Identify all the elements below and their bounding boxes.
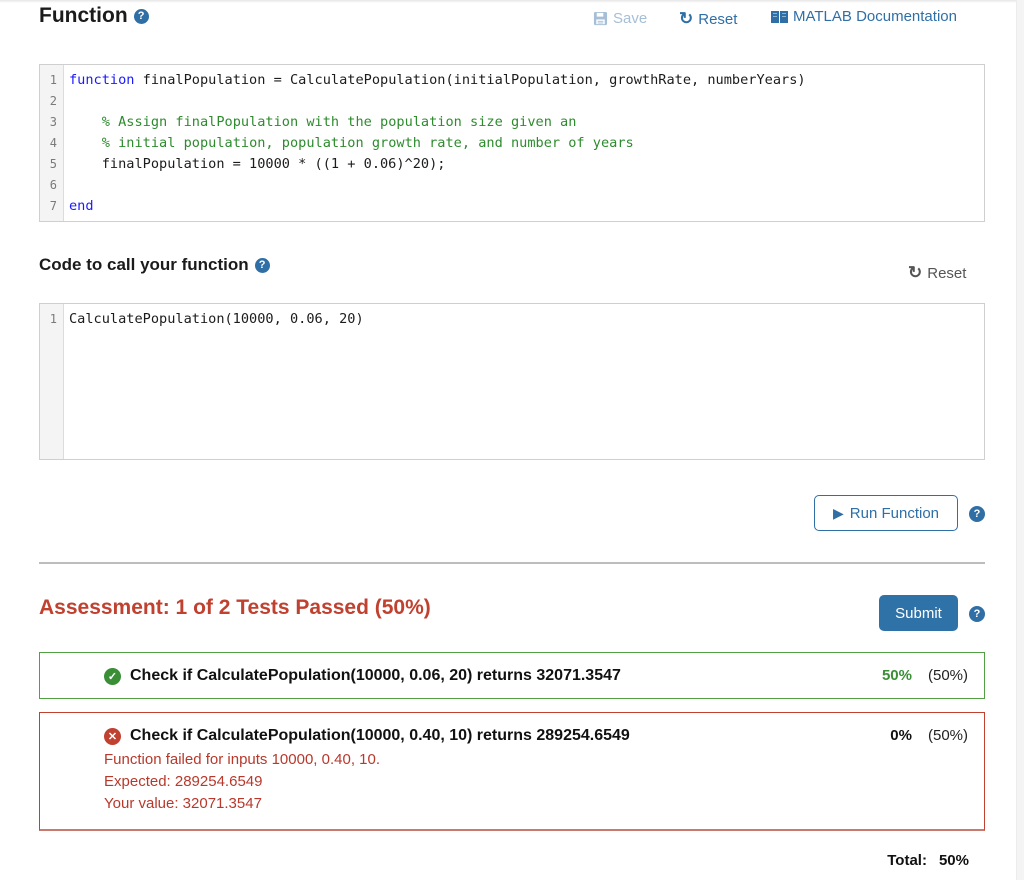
- code-comment: % Assign finalPopulation with the popula…: [101, 114, 577, 130]
- code-line[interactable]: CalculatePopulation(10000, 0.06, 20): [69, 309, 984, 330]
- test-label: Check if CalculatePopulation(10000, 0.40…: [130, 727, 630, 744]
- code-line[interactable]: % Assign finalPopulation with the popula…: [69, 112, 984, 133]
- failure-message: Function failed for inputs 10000, 0.40, …: [104, 751, 381, 768]
- question-circle-icon[interactable]: ?: [969, 606, 985, 622]
- question-circle-icon[interactable]: ?: [969, 506, 985, 522]
- reset-label: Reset: [927, 264, 967, 282]
- call-code-editor[interactable]: 1 CalculatePopulation(10000, 0.06, 20): [39, 303, 985, 460]
- code-area[interactable]: function finalPopulation = CalculatePopu…: [64, 65, 984, 221]
- matlab-documentation-link[interactable]: MATLAB Documentation: [771, 8, 957, 25]
- test-score: 50% (50%): [882, 667, 968, 684]
- book-icon: [771, 10, 788, 23]
- reload-icon: ↻: [679, 9, 694, 28]
- test-header: ✓ Check if CalculatePopulation(10000, 0.…: [104, 667, 621, 685]
- expected-value: Expected: 289254.6549: [104, 773, 263, 790]
- line-number-gutter: 1: [40, 304, 64, 459]
- line-number: 6: [49, 178, 57, 192]
- run-label: Run Function: [849, 504, 939, 522]
- reset-call-button[interactable]: ↻ Reset: [908, 263, 966, 283]
- function-section-title: Function ?: [39, 4, 149, 28]
- code-line[interactable]: % initial population, population growth …: [69, 133, 984, 154]
- floppy-disk-icon: [593, 11, 608, 26]
- line-number: 4: [49, 136, 57, 150]
- line-number-gutter: 1 2 3 4 5 6 7: [40, 65, 64, 221]
- code-line[interactable]: [69, 91, 984, 112]
- assessment-title: Assessment: 1 of 2 Tests Passed (50%): [39, 596, 431, 619]
- function-code-editor[interactable]: 1 2 3 4 5 6 7 function finalPopulation =…: [39, 64, 985, 222]
- line-number: 1: [49, 73, 57, 87]
- code-text: finalPopulation = CalculatePopulation(in…: [134, 72, 806, 88]
- line-number: 7: [49, 199, 57, 213]
- code-keyword: function: [69, 72, 135, 88]
- x-circle-icon: ✕: [104, 727, 121, 745]
- total-label: Total:: [887, 852, 927, 869]
- line-number: 3: [49, 115, 57, 129]
- docs-label: MATLAB Documentation: [793, 8, 957, 25]
- code-keyword: end: [69, 198, 94, 214]
- code-line[interactable]: end: [69, 196, 984, 217]
- function-title-text: Function: [39, 4, 128, 27]
- code-comment: % initial population, population growth …: [101, 135, 634, 151]
- line-number: 5: [49, 157, 57, 171]
- total-value: 50%: [938, 852, 969, 869]
- reload-icon: ↻: [908, 263, 923, 282]
- scrollbar-track[interactable]: [1016, 0, 1024, 880]
- code-text: finalPopulation = 10000 * ((1 + 0.06)^20…: [69, 156, 446, 172]
- test-label: Check if CalculatePopulation(10000, 0.06…: [130, 667, 621, 684]
- question-circle-icon[interactable]: ?: [133, 8, 149, 24]
- line-number: 2: [49, 94, 57, 108]
- score-percent: 50%: [881, 667, 912, 684]
- play-icon: ▶: [833, 504, 844, 521]
- reset-function-button[interactable]: ↻ Reset: [679, 9, 737, 29]
- run-function-button[interactable]: ▶ Run Function: [814, 495, 958, 531]
- score-percent: 0%: [890, 727, 912, 744]
- save-button[interactable]: Save: [593, 10, 647, 27]
- test-result-passed: ✓ Check if CalculatePopulation(10000, 0.…: [39, 652, 985, 699]
- submit-button[interactable]: Submit: [879, 595, 958, 631]
- code-line[interactable]: finalPopulation = 10000 * ((1 + 0.06)^20…: [69, 154, 984, 175]
- call-section-title: Code to call your function ?: [39, 255, 270, 275]
- test-score: 0% (50%): [890, 727, 968, 744]
- save-label: Save: [613, 10, 648, 27]
- code-line[interactable]: function finalPopulation = CalculatePopu…: [69, 70, 984, 91]
- code-area[interactable]: CalculatePopulation(10000, 0.06, 20): [64, 304, 984, 459]
- line-number: 1: [49, 312, 57, 326]
- check-circle-icon: ✓: [104, 667, 121, 685]
- test-header: ✕ Check if CalculatePopulation(10000, 0.…: [104, 727, 630, 745]
- top-shadow: [0, 0, 1024, 3]
- test-result-failed: ✕ Check if CalculatePopulation(10000, 0.…: [39, 712, 985, 831]
- score-weight: (50%): [927, 727, 968, 744]
- question-circle-icon[interactable]: ?: [254, 257, 270, 273]
- total-score: Total: 50%: [887, 852, 969, 869]
- section-divider: [39, 562, 985, 564]
- your-value: Your value: 32071.3547: [104, 795, 262, 812]
- reset-label: Reset: [698, 10, 738, 28]
- call-title-text: Code to call your function: [39, 255, 249, 274]
- code-line[interactable]: [69, 175, 984, 196]
- score-weight: (50%): [927, 667, 968, 684]
